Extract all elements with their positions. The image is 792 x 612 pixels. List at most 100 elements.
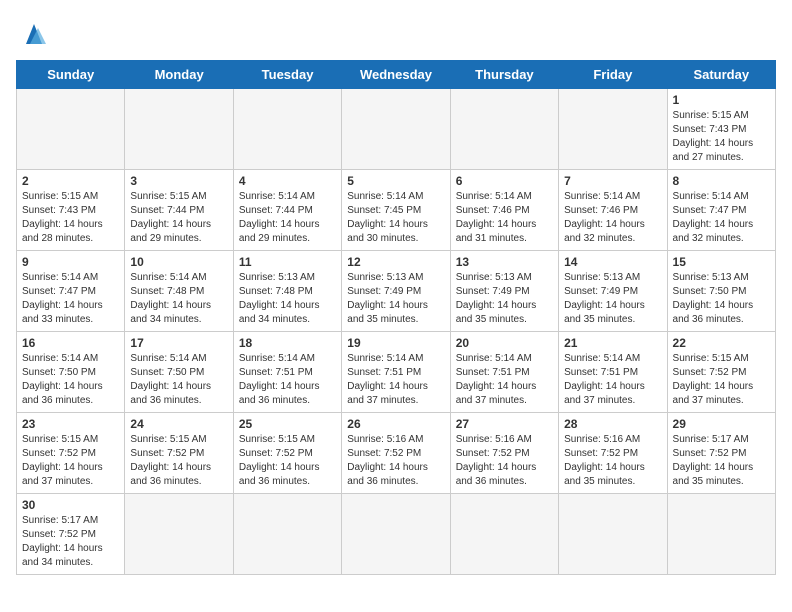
day-number: 7	[564, 174, 661, 188]
calendar-cell: 20Sunrise: 5:14 AM Sunset: 7:51 PM Dayli…	[450, 332, 558, 413]
day-number: 19	[347, 336, 444, 350]
weekday-tuesday: Tuesday	[233, 61, 341, 89]
day-number: 11	[239, 255, 336, 269]
day-number: 10	[130, 255, 227, 269]
header	[16, 16, 776, 52]
weekday-friday: Friday	[559, 61, 667, 89]
weekday-monday: Monday	[125, 61, 233, 89]
weekday-sunday: Sunday	[17, 61, 125, 89]
day-info: Sunrise: 5:13 AM Sunset: 7:49 PM Dayligh…	[564, 271, 661, 327]
day-number: 29	[673, 417, 770, 431]
calendar-cell: 27 Sunrise: 5:16 AM Sunset: 7:52 PM Dayli…	[450, 413, 558, 494]
calendar-cell	[450, 89, 558, 170]
day-info: Sunrise: 5:14 AM Sunset: 7:47 PM Dayligh…	[22, 271, 119, 327]
logo-icon	[16, 16, 52, 52]
calendar-cell: 25 Sunrise: 5:15 AM Sunset: 7:52 PM Dayli…	[233, 413, 341, 494]
day-number: 25	[239, 417, 336, 431]
calendar-cell	[17, 89, 125, 170]
weekday-wednesday: Wednesday	[342, 61, 450, 89]
calendar-cell: 6 Sunrise: 5:14 AM Sunset: 7:46 PM Daylig…	[450, 170, 558, 251]
calendar-cell: 1Sunrise: 5:15 AM Sunset: 7:43 PM Daylig…	[667, 89, 775, 170]
day-number: 12	[347, 255, 444, 269]
day-number: 28	[564, 417, 661, 431]
calendar-cell: 26 Sunrise: 5:16 AM Sunset: 7:52 PM Dayli…	[342, 413, 450, 494]
calendar-cell: 18 Sunrise: 5:14 AM Sunset: 7:51 PM Dayli…	[233, 332, 341, 413]
calendar-cell: 4Sunrise: 5:14 AM Sunset: 7:44 PM Daylig…	[233, 170, 341, 251]
day-info: Sunrise: 5:15 AM Sunset: 7:52 PM Dayligh…	[130, 433, 227, 489]
calendar-row: 16 Sunrise: 5:14 AM Sunset: 7:50 PM Dayli…	[17, 332, 776, 413]
calendar-cell: 22Sunrise: 5:15 AM Sunset: 7:52 PM Dayli…	[667, 332, 775, 413]
day-info: Sunrise: 5:14 AM Sunset: 7:45 PM Dayligh…	[347, 190, 444, 246]
day-number: 27	[456, 417, 553, 431]
day-number: 14	[564, 255, 661, 269]
calendar-cell: 9 Sunrise: 5:14 AM Sunset: 7:47 PM Daylig…	[17, 251, 125, 332]
day-info: Sunrise: 5:15 AM Sunset: 7:52 PM Dayligh…	[673, 352, 770, 408]
calendar-cell: 23Sunrise: 5:15 AM Sunset: 7:52 PM Dayli…	[17, 413, 125, 494]
day-info: Sunrise: 5:13 AM Sunset: 7:50 PM Dayligh…	[673, 271, 770, 327]
calendar-cell: 8 Sunrise: 5:14 AM Sunset: 7:47 PM Daylig…	[667, 170, 775, 251]
day-info: Sunrise: 5:14 AM Sunset: 7:48 PM Dayligh…	[130, 271, 227, 327]
calendar-cell	[125, 494, 233, 575]
day-info: Sunrise: 5:14 AM Sunset: 7:44 PM Dayligh…	[239, 190, 336, 246]
day-number: 9	[22, 255, 119, 269]
day-info: Sunrise: 5:15 AM Sunset: 7:43 PM Dayligh…	[22, 190, 119, 246]
calendar-cell: 19Sunrise: 5:14 AM Sunset: 7:51 PM Dayli…	[342, 332, 450, 413]
calendar-cell: 11 Sunrise: 5:13 AM Sunset: 7:48 PM Dayli…	[233, 251, 341, 332]
calendar-cell	[559, 89, 667, 170]
calendar: SundayMondayTuesdayWednesdayThursdayFrid…	[16, 60, 776, 575]
weekday-header-row: SundayMondayTuesdayWednesdayThursdayFrid…	[17, 61, 776, 89]
calendar-cell: 12 Sunrise: 5:13 AM Sunset: 7:49 PM Dayli…	[342, 251, 450, 332]
calendar-cell	[667, 494, 775, 575]
calendar-cell	[342, 89, 450, 170]
weekday-thursday: Thursday	[450, 61, 558, 89]
calendar-cell: 16 Sunrise: 5:14 AM Sunset: 7:50 PM Dayli…	[17, 332, 125, 413]
day-info: Sunrise: 5:14 AM Sunset: 7:51 PM Dayligh…	[239, 352, 336, 408]
calendar-cell	[559, 494, 667, 575]
calendar-cell	[342, 494, 450, 575]
day-number: 8	[673, 174, 770, 188]
day-number: 18	[239, 336, 336, 350]
calendar-cell	[125, 89, 233, 170]
day-number: 5	[347, 174, 444, 188]
day-info: Sunrise: 5:16 AM Sunset: 7:52 PM Dayligh…	[347, 433, 444, 489]
calendar-row: 23 Sunrise: 5:15 AM Sunset: 7:52 PM Dayli…	[17, 413, 776, 494]
calendar-cell	[450, 494, 558, 575]
day-info: Sunrise: 5:14 AM Sunset: 7:46 PM Dayligh…	[564, 190, 661, 246]
day-number: 2	[22, 174, 119, 188]
day-info: Sunrise: 5:17 AM Sunset: 7:52 PM Dayligh…	[22, 514, 119, 570]
calendar-cell: 15 Sunrise: 5:13 AM Sunset: 7:50 PM Dayli…	[667, 251, 775, 332]
day-number: 16	[22, 336, 119, 350]
calendar-row: 9 Sunrise: 5:14 AM Sunset: 7:47 PM Daylig…	[17, 251, 776, 332]
day-info: Sunrise: 5:16 AM Sunset: 7:52 PM Dayligh…	[456, 433, 553, 489]
day-number: 15	[673, 255, 770, 269]
day-info: Sunrise: 5:14 AM Sunset: 7:46 PM Dayligh…	[456, 190, 553, 246]
day-info: Sunrise: 5:14 AM Sunset: 7:51 PM Dayligh…	[564, 352, 661, 408]
calendar-cell: 7 Sunrise: 5:14 AM Sunset: 7:46 PM Daylig…	[559, 170, 667, 251]
calendar-cell: 30 Sunrise: 5:17 AM Sunset: 7:52 PM Dayli…	[17, 494, 125, 575]
day-info: Sunrise: 5:13 AM Sunset: 7:48 PM Dayligh…	[239, 271, 336, 327]
day-info: Sunrise: 5:14 AM Sunset: 7:47 PM Dayligh…	[673, 190, 770, 246]
calendar-cell: 21 Sunrise: 5:14 AM Sunset: 7:51 PM Dayli…	[559, 332, 667, 413]
calendar-cell: 3Sunrise: 5:15 AM Sunset: 7:44 PM Daylig…	[125, 170, 233, 251]
day-number: 6	[456, 174, 553, 188]
calendar-row: 30 Sunrise: 5:17 AM Sunset: 7:52 PM Dayli…	[17, 494, 776, 575]
day-info: Sunrise: 5:14 AM Sunset: 7:51 PM Dayligh…	[456, 352, 553, 408]
day-number: 26	[347, 417, 444, 431]
day-info: Sunrise: 5:14 AM Sunset: 7:50 PM Dayligh…	[22, 352, 119, 408]
calendar-cell: 24 Sunrise: 5:15 AM Sunset: 7:52 PM Dayli…	[125, 413, 233, 494]
day-number: 30	[22, 498, 119, 512]
calendar-cell: 5 Sunrise: 5:14 AM Sunset: 7:45 PM Daylig…	[342, 170, 450, 251]
day-number: 13	[456, 255, 553, 269]
day-info: Sunrise: 5:15 AM Sunset: 7:52 PM Dayligh…	[239, 433, 336, 489]
calendar-cell	[233, 494, 341, 575]
calendar-row: 1Sunrise: 5:15 AM Sunset: 7:43 PM Daylig…	[17, 89, 776, 170]
day-number: 24	[130, 417, 227, 431]
day-number: 1	[673, 93, 770, 107]
day-number: 23	[22, 417, 119, 431]
day-number: 21	[564, 336, 661, 350]
day-info: Sunrise: 5:15 AM Sunset: 7:44 PM Dayligh…	[130, 190, 227, 246]
day-info: Sunrise: 5:13 AM Sunset: 7:49 PM Dayligh…	[347, 271, 444, 327]
calendar-cell: 14 Sunrise: 5:13 AM Sunset: 7:49 PM Dayli…	[559, 251, 667, 332]
weekday-saturday: Saturday	[667, 61, 775, 89]
day-info: Sunrise: 5:13 AM Sunset: 7:49 PM Dayligh…	[456, 271, 553, 327]
